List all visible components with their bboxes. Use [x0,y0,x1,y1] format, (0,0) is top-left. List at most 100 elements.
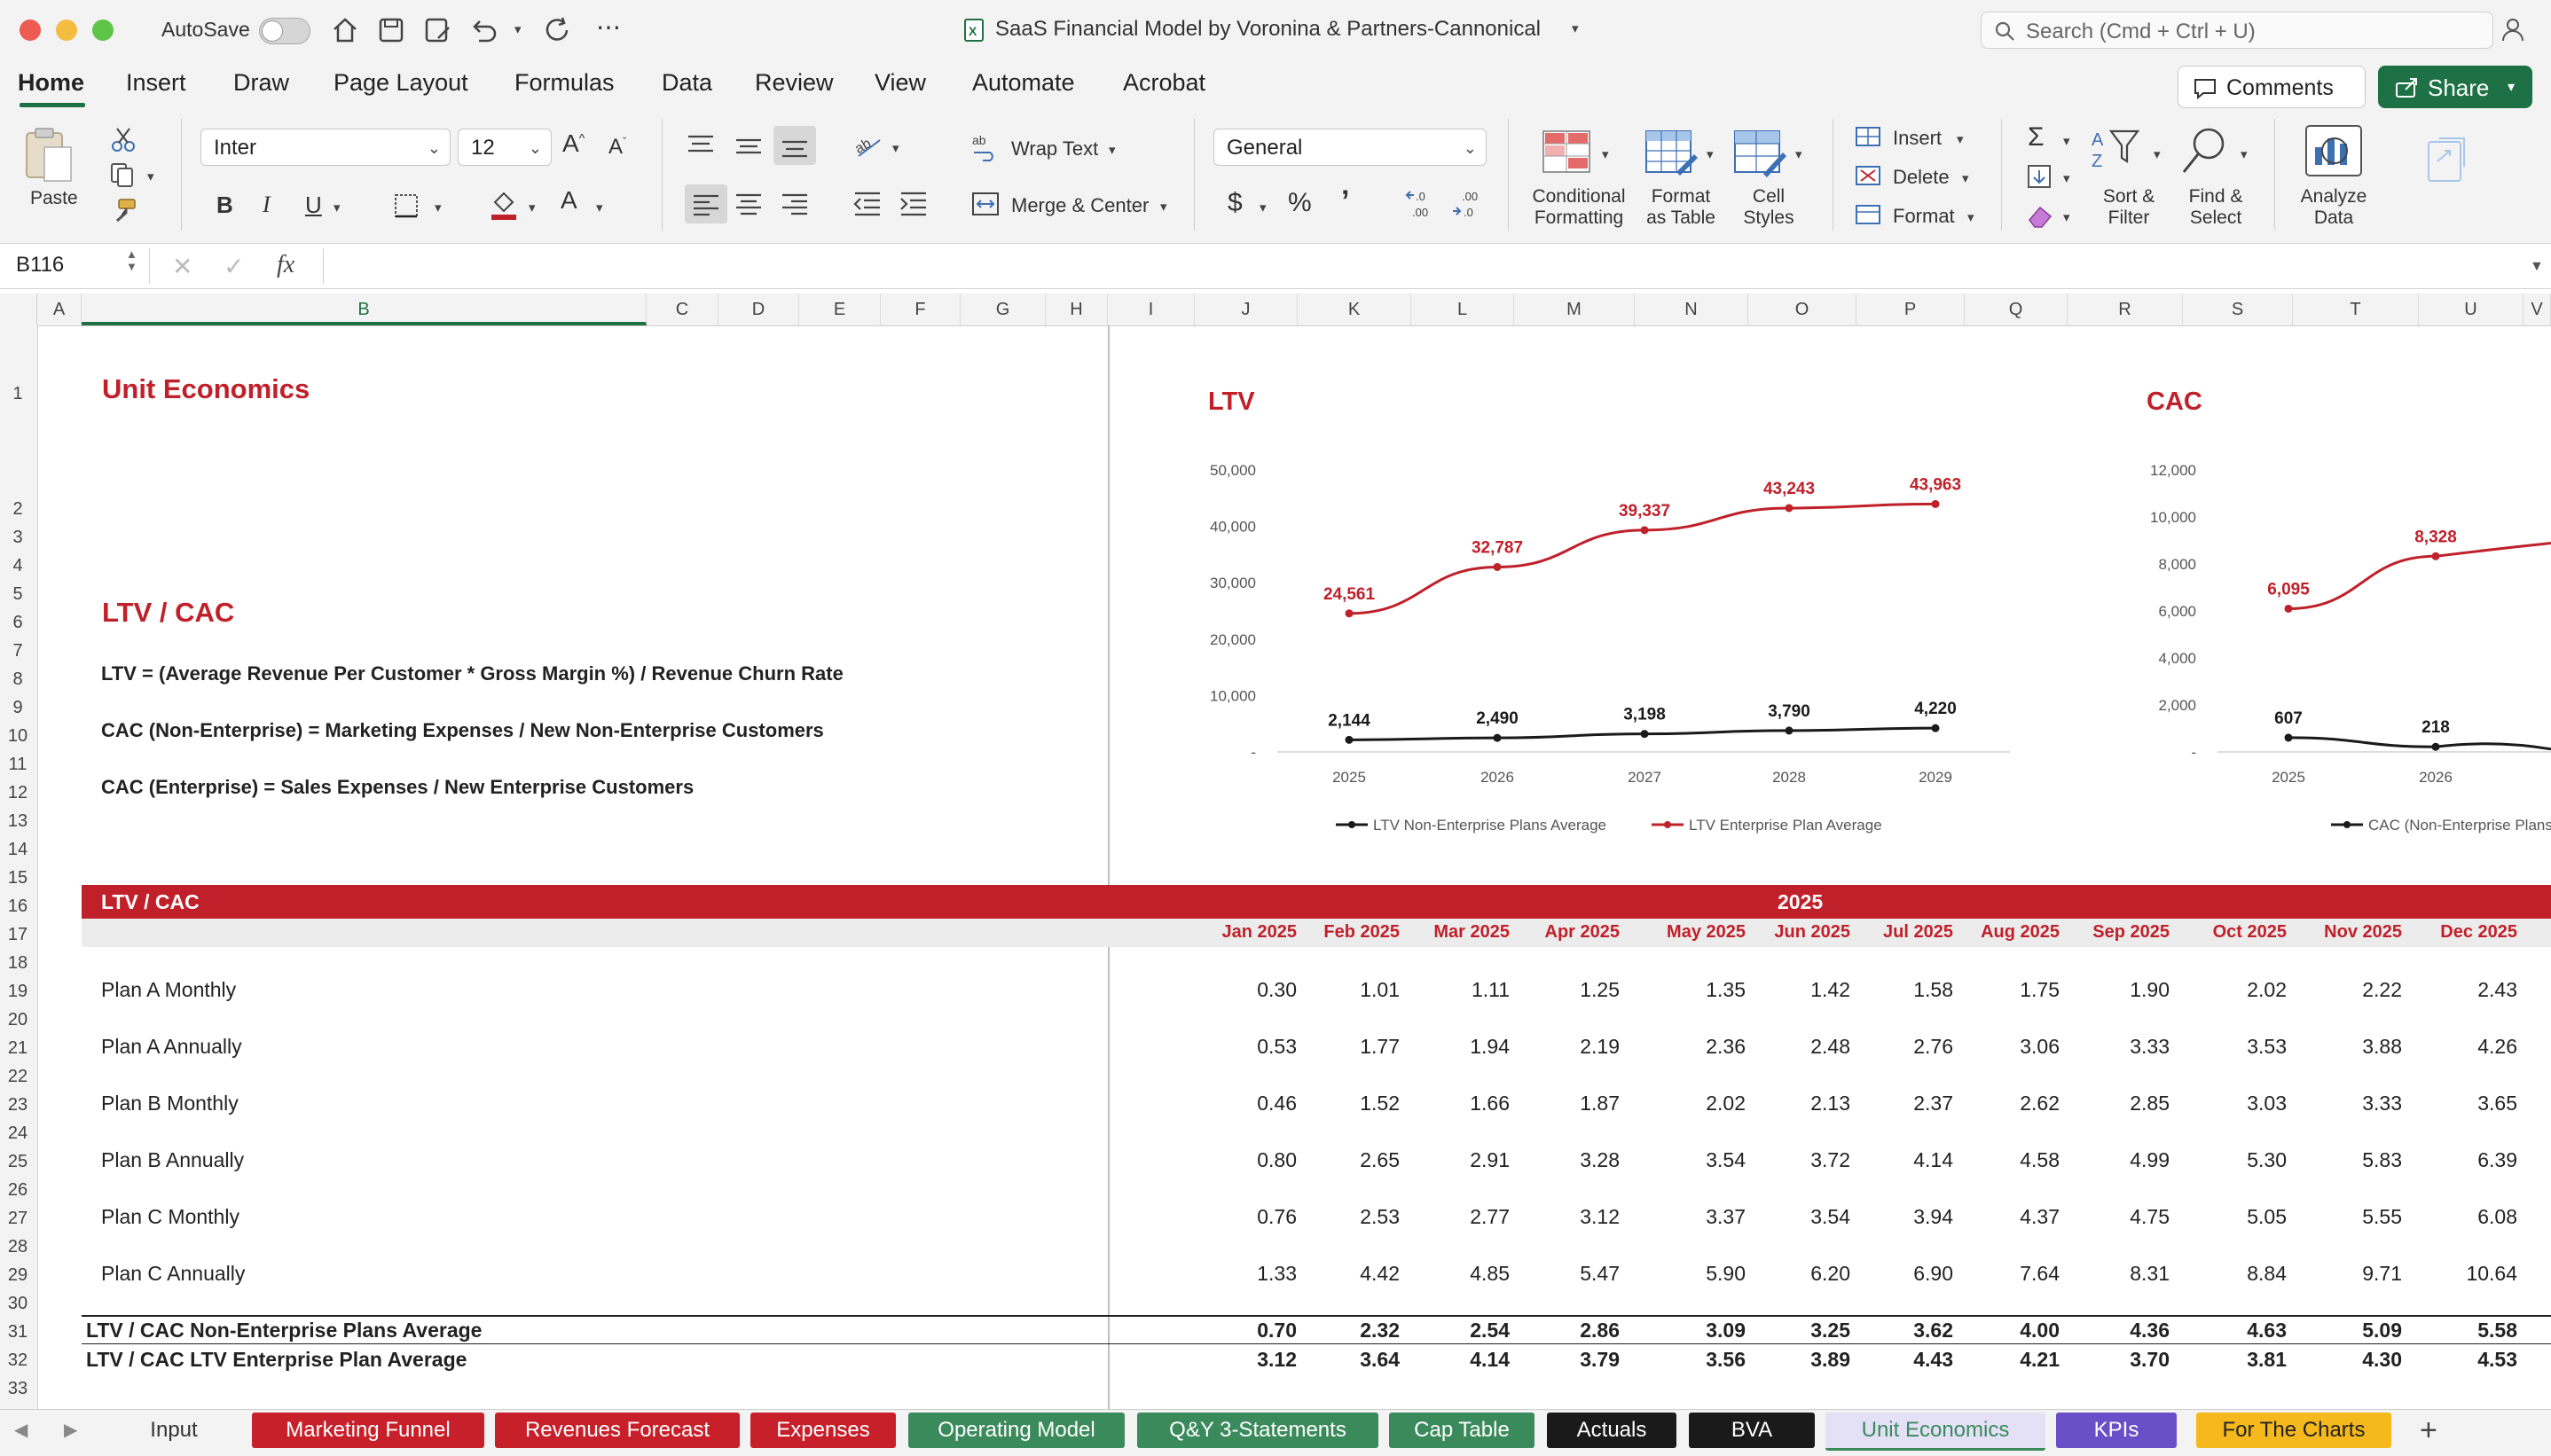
copy-icon[interactable] [108,161,138,188]
table-cell[interactable]: 4.26 [2420,1035,2517,1059]
tab-review[interactable]: Review [755,69,834,97]
merge-center-label[interactable]: Merge & Center [1011,195,1149,216]
analyze-data-label[interactable]: Analyze Data [2294,186,2374,229]
table-cell[interactable]: 5.30 [2189,1148,2287,1172]
format-cells-dropdown-icon[interactable]: ▾ [1967,209,1974,225]
tab-data[interactable]: Data [662,69,712,97]
row-header[interactable]: 23 [0,1095,35,1115]
font-name-dropdown[interactable]: Inter ⌄ [200,129,451,166]
row-header[interactable]: 8 [0,669,35,690]
format-as-table-icon[interactable] [1644,129,1698,177]
total-cell[interactable]: 4.21 [1962,1348,2060,1372]
table-cell[interactable]: 10.64 [2420,1262,2517,1286]
save-as-icon[interactable] [422,15,452,45]
table-cell[interactable]: 1.25 [1522,978,1620,1002]
fill-color-icon[interactable] [488,188,520,222]
total-cell[interactable]: 4.43 [1856,1348,1953,1372]
column-header[interactable]: I [1108,294,1195,325]
row-header[interactable]: 6 [0,613,35,633]
column-header[interactable]: R [2068,294,2183,325]
minimize-window-button[interactable] [56,20,77,41]
format-as-table-dropdown-icon[interactable]: ▾ [1707,146,1714,162]
select-all-corner[interactable] [0,294,37,325]
autosum-dropdown-icon[interactable]: ▾ [2063,133,2070,149]
italic-icon[interactable]: I [263,192,271,218]
row-header[interactable]: 14 [0,840,35,860]
increase-indent-icon[interactable] [898,190,930,216]
name-box[interactable]: B116 [16,253,64,278]
total-cell[interactable]: 4.53 [2420,1348,2517,1372]
table-cell[interactable]: 3.65 [2420,1092,2517,1115]
data-point[interactable] [1493,733,1502,742]
ltv-chart[interactable]: LTV 50,000 40,000 30,000 20,000 10,000 - 2025 20… [1171,381,2022,842]
sheet-tab[interactable]: Q&Y 3-Statements [1137,1413,1378,1448]
total-cell[interactable]: 3.62 [1856,1319,1953,1342]
data-point[interactable] [1785,504,1794,513]
row-header[interactable]: 3 [0,528,35,548]
conditional-formatting-dropdown-icon[interactable]: ▾ [1602,146,1609,162]
percent-icon[interactable]: % [1288,188,1312,218]
align-middle-icon[interactable] [733,133,765,160]
table-cell[interactable]: 0.76 [1199,1205,1297,1229]
table-cell[interactable]: 5.83 [2304,1148,2402,1172]
sort-filter-label[interactable]: Sort & Filter [2088,186,2170,229]
bold-icon[interactable]: B [216,192,233,219]
table-cell[interactable]: 2.77 [1412,1205,1510,1229]
cut-icon[interactable] [110,126,137,153]
column-header[interactable]: O [1748,294,1856,325]
row-header[interactable]: 28 [0,1237,35,1257]
redo-icon[interactable] [543,15,573,45]
row-header[interactable]: 20 [0,1010,35,1030]
acrobat-share-icon[interactable] [2421,131,2475,184]
sheet-tab[interactable]: Cap Table [1389,1413,1535,1448]
column-header[interactable]: U [2419,294,2524,325]
row-header[interactable]: 27 [0,1209,35,1229]
search-box[interactable]: Search (Cmd + Ctrl + U) [1981,12,2493,49]
scroll-tabs-right-icon[interactable]: ▶ [64,1419,77,1441]
comma-style-icon[interactable]: ’ [1341,184,1349,219]
total-cell[interactable]: 3.81 [2189,1348,2287,1372]
total-cell[interactable]: 3.70 [2072,1348,2170,1372]
cell-styles-dropdown-icon[interactable]: ▾ [1795,146,1802,162]
data-point[interactable] [1493,562,1502,571]
delete-cells-label[interactable]: Delete [1893,167,1950,188]
row-header[interactable]: 13 [0,811,35,832]
column-header[interactable]: D [718,294,799,325]
copy-dropdown-icon[interactable]: ▾ [147,168,154,184]
table-cell[interactable]: 2.02 [1648,1092,1746,1115]
table-cell[interactable]: 2.13 [1753,1092,1850,1115]
table-cell[interactable]: 5.05 [2189,1205,2287,1229]
align-bottom-button[interactable] [773,126,816,165]
decrease-indent-icon[interactable] [852,190,883,216]
row-header[interactable]: 26 [0,1180,35,1201]
font-size-dropdown[interactable]: 12 ⌄ [458,129,552,166]
tab-automate[interactable]: Automate [972,69,1075,97]
table-cell[interactable]: 1.33 [1199,1262,1297,1286]
table-cell[interactable]: 1.77 [1302,1035,1400,1059]
table-cell[interactable]: 0.46 [1199,1092,1297,1115]
data-point[interactable] [2284,733,2293,742]
format-cells-label[interactable]: Format [1893,206,1955,227]
clear-dropdown-icon[interactable]: ▾ [2063,209,2070,225]
borders-icon[interactable] [392,192,422,220]
conditional-formatting-label[interactable]: Conditional Formatting [1524,186,1634,229]
tab-acrobat[interactable]: Acrobat [1123,69,1205,97]
table-cell[interactable]: 3.53 [2189,1035,2287,1059]
row-header[interactable]: 19 [0,982,35,1002]
undo-dropdown-icon[interactable]: ▾ [514,21,522,37]
table-cell[interactable]: 4.99 [2072,1148,2170,1172]
table-cell[interactable]: 3.03 [2189,1092,2287,1115]
table-cell[interactable]: 0.53 [1199,1035,1297,1059]
sheet-tab[interactable]: For The Charts [2196,1413,2391,1448]
row-header[interactable]: 12 [0,783,35,803]
table-cell[interactable]: 9.71 [2304,1262,2402,1286]
clear-icon[interactable] [2026,202,2054,229]
table-cell[interactable]: 1.94 [1412,1035,1510,1059]
delete-cells-dropdown-icon[interactable]: ▾ [1962,170,1969,186]
decrease-font-size-icon[interactable]: Aˇ [608,135,626,160]
insert-function-icon[interactable]: fx [277,251,294,279]
column-header[interactable]: J [1195,294,1298,325]
column-header[interactable]: S [2183,294,2293,325]
currency-icon[interactable]: $ [1228,188,1243,218]
column-header[interactable]: B [82,294,647,325]
